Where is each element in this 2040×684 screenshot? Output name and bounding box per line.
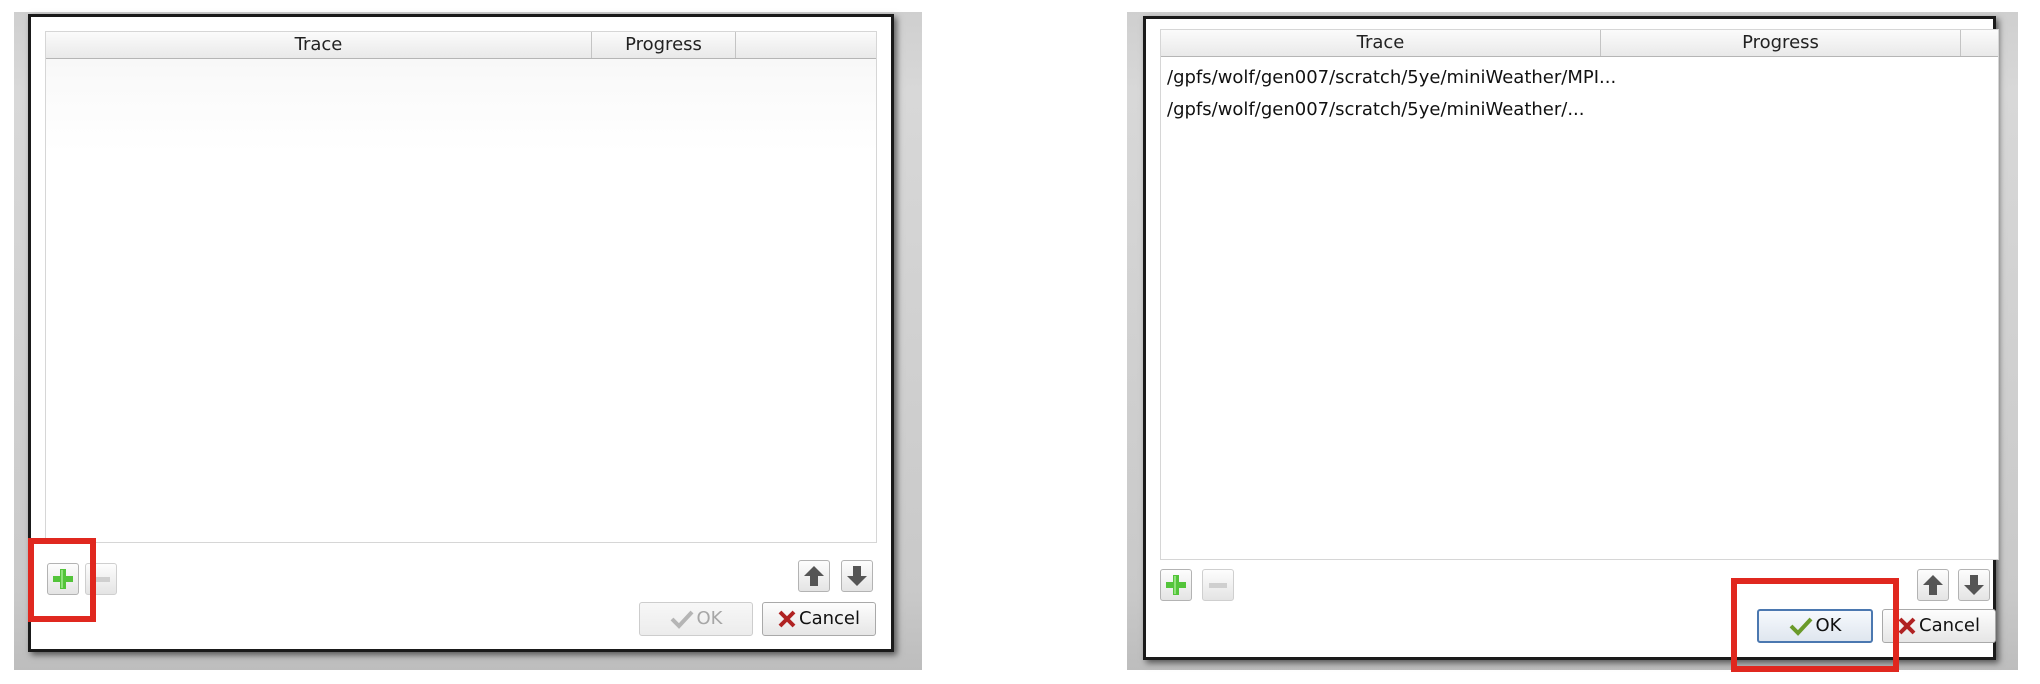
move-up-button[interactable] (798, 560, 830, 592)
arrow-up-icon (1923, 575, 1943, 595)
arrow-down-icon (847, 566, 867, 586)
move-down-button[interactable] (1958, 569, 1990, 601)
column-header-empty (736, 32, 876, 58)
trace-dialog-after: Trace Progress /gpfs/wolf/gen007/scratch… (1143, 16, 1999, 660)
trace-table: Trace Progress /gpfs/wolf/gen007/scratch… (1160, 29, 1999, 560)
move-down-button[interactable] (841, 560, 873, 592)
cancel-x-icon (1898, 617, 1916, 635)
minus-icon (1209, 583, 1227, 588)
table-header: Trace Progress (46, 32, 876, 59)
cancel-label: Cancel (799, 608, 860, 629)
trace-table: Trace Progress (45, 31, 877, 543)
arrow-down-icon (1964, 575, 1984, 595)
column-header-progress[interactable]: Progress (592, 32, 736, 58)
trace-row[interactable]: /gpfs/wolf/gen007/scratch/5ye/miniWeathe… (1161, 94, 1585, 126)
highlight-add-button (28, 538, 96, 622)
table-header: Trace Progress (1161, 30, 1998, 57)
column-header-empty (1961, 30, 1998, 56)
column-header-trace[interactable]: Trace (1161, 30, 1601, 56)
arrow-up-icon (804, 566, 824, 586)
cancel-button[interactable]: Cancel (1882, 609, 1996, 643)
add-trace-button[interactable] (1160, 569, 1192, 601)
cancel-x-icon (778, 610, 796, 628)
highlight-ok-button (1731, 578, 1899, 672)
check-arrow-icon (670, 610, 693, 629)
remove-trace-button[interactable] (1202, 569, 1234, 601)
trace-path: /gpfs/wolf/gen007/scratch/5ye/miniWeathe… (1167, 99, 1585, 120)
trace-path: /gpfs/wolf/gen007/scratch/5ye/miniWeathe… (1167, 67, 1617, 88)
column-header-trace[interactable]: Trace (46, 32, 592, 58)
plus-icon (1166, 575, 1186, 595)
move-up-button[interactable] (1917, 569, 1949, 601)
ok-label: OK (696, 608, 723, 629)
trace-dialog-before: Trace Progress OK Cancel (28, 14, 894, 652)
ok-button[interactable]: OK (639, 602, 753, 636)
column-header-progress[interactable]: Progress (1601, 30, 1961, 56)
trace-row[interactable]: /gpfs/wolf/gen007/scratch/5ye/miniWeathe… (1161, 62, 1616, 94)
cancel-button[interactable]: Cancel (762, 602, 876, 636)
cancel-label: Cancel (1919, 615, 1980, 636)
